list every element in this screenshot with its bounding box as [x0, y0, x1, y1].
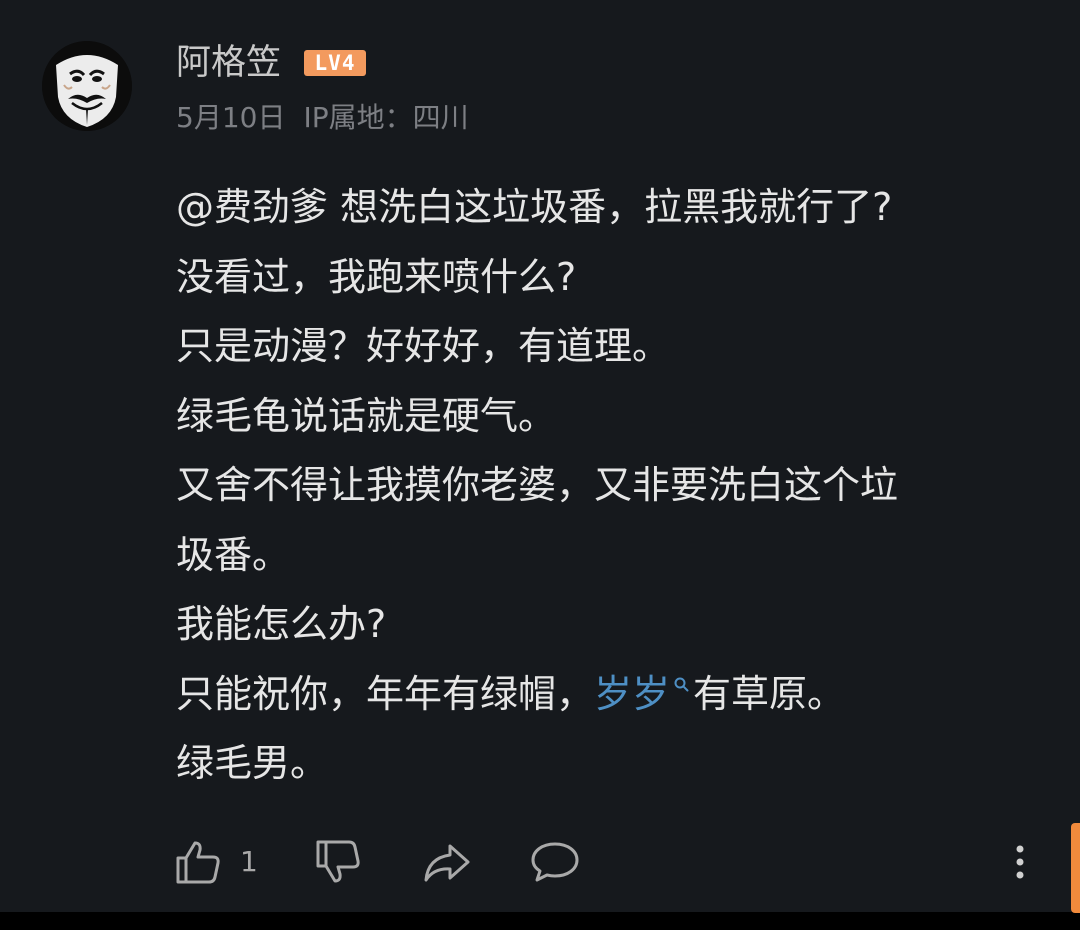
comment-line: 绿毛龟说话就是硬气。 [176, 393, 557, 438]
comment-text: 只能祝你，年年有绿帽， [176, 671, 595, 716]
comment-meta: 5月10日 IP属地：四川 [176, 98, 469, 138]
author-avatar[interactable] [42, 41, 132, 131]
comment-body: @费劲爹 想洗白这垃圾番，拉黑我就行了? 没看过，我跑来喷什么? 只是动漫？好好… [176, 173, 1046, 799]
comment-line: 没看过，我跑来喷什么? [176, 254, 577, 299]
more-options-button[interactable] [1008, 838, 1032, 886]
comment-line: 圾番。 [176, 532, 291, 577]
share-button[interactable] [422, 838, 472, 886]
comment-line: 只能祝你，年年有绿帽，岁岁 有草原。 [176, 660, 1046, 730]
comment-line: @费劲爹 想洗白这垃圾番，拉黑我就行了? [176, 185, 893, 229]
share-arrow-icon [424, 844, 470, 882]
chat-bubble-icon [531, 842, 579, 882]
comment-action-bar: 1 [0, 830, 1080, 890]
search-keyword-link[interactable]: 岁岁 [594, 672, 670, 716]
like-count: 1 [240, 845, 258, 878]
comment-line: 又舍不得让我摸你老婆，又非要洗白这个垃 [176, 463, 899, 507]
guy-fawkes-mask-icon [42, 41, 132, 131]
dislike-button[interactable] [314, 838, 362, 886]
comment-card: 阿格笠 LV4 5月10日 IP属地：四川 @费劲爹 想洗白这垃圾番，拉黑我就行了… [0, 0, 1080, 913]
comment-line: 只是动漫？好好好，有道理。 [176, 324, 671, 368]
comment-date: 5月10日 [176, 101, 286, 134]
scroll-indicator[interactable] [1071, 823, 1080, 913]
search-icon[interactable] [673, 676, 691, 694]
ip-location: IP属地：四川 [303, 101, 469, 134]
comment-line: 我能怎么办? [176, 602, 387, 646]
comment-text: 有草原。 [693, 671, 846, 716]
comment-line: 绿毛男。 [176, 741, 329, 785]
more-vertical-icon [1016, 845, 1024, 879]
thumbs-down-icon [316, 840, 360, 883]
level-badge: LV4 [304, 50, 366, 76]
author-name[interactable]: 阿格笠 [176, 41, 281, 85]
reply-button[interactable] [530, 838, 580, 886]
thumbs-up-icon [176, 841, 220, 884]
like-button[interactable]: 1 [174, 838, 258, 886]
